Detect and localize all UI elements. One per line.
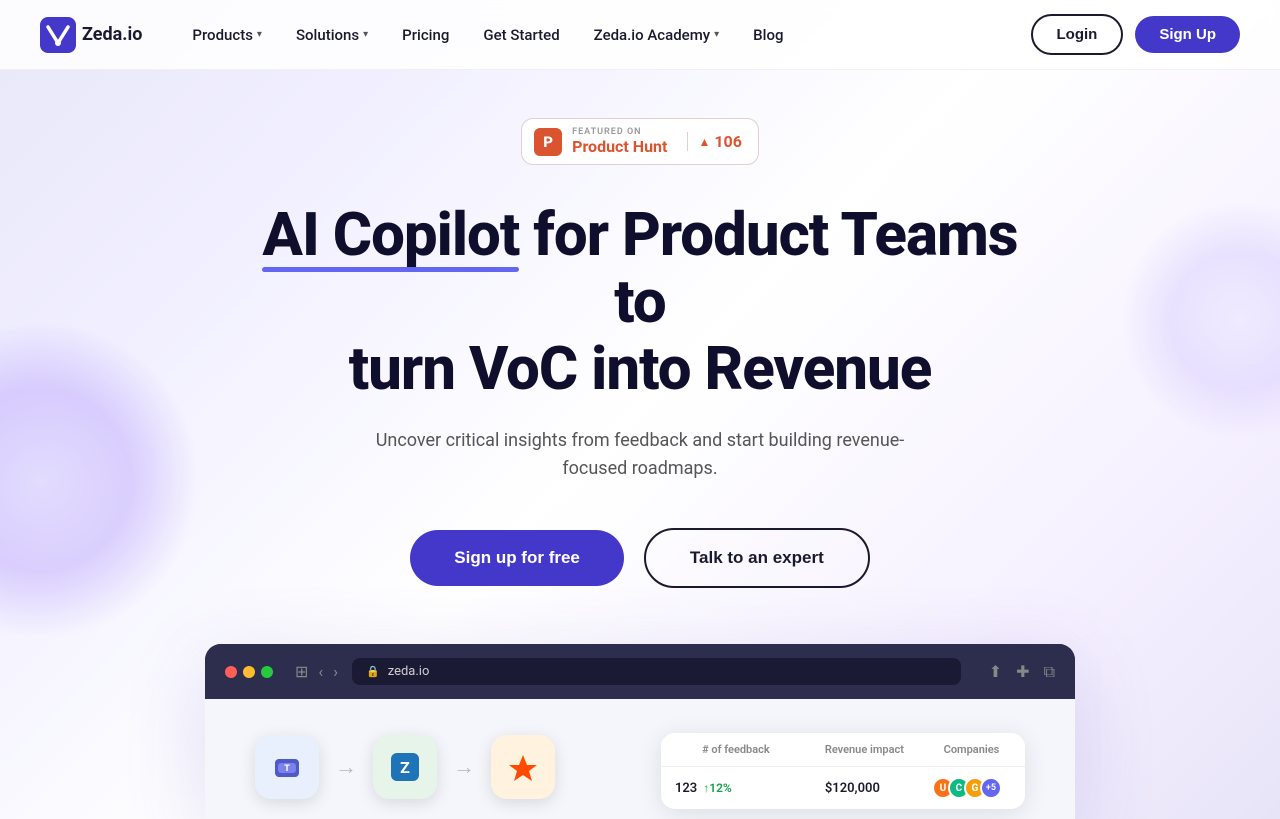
svg-text:T: T	[284, 764, 290, 774]
minimize-window-button[interactable]	[243, 666, 255, 678]
window-controls	[225, 666, 273, 678]
close-window-button[interactable]	[225, 666, 237, 678]
integration-flow: T → Z →	[255, 735, 555, 799]
nav-item-blog[interactable]: Blog	[739, 18, 797, 52]
svg-text:Z: Z	[400, 758, 410, 777]
avatar-more: +5	[980, 777, 1002, 799]
cta-buttons: Sign up for free Talk to an expert	[410, 528, 869, 588]
microsoft-teams-icon: T	[255, 735, 319, 799]
arrow-right-icon: →	[319, 754, 373, 780]
hero-subtitle: Uncover critical insights from feedback …	[350, 427, 930, 485]
col-companies: Companies	[918, 733, 1025, 766]
back-icon[interactable]: ‹	[318, 662, 323, 681]
chevron-down-icon: ▾	[714, 29, 719, 40]
zapier-icon	[491, 735, 555, 799]
navbar: Zeda.io Products ▾ Solutions ▾ Pricing G…	[0, 0, 1280, 70]
nav-item-solutions[interactable]: Solutions ▾	[282, 18, 382, 52]
avatar-stack: U C G +5	[932, 777, 1002, 799]
hero-title: AI Copilot for Product Teams to turn VoC…	[260, 201, 1020, 403]
data-card: # of feedback Revenue impact Companies 1…	[661, 733, 1025, 809]
feedback-change: ↑12%	[703, 781, 732, 795]
lock-icon: 🔒	[366, 665, 380, 678]
address-bar[interactable]: 🔒 zeda.io	[352, 658, 961, 685]
browser-actions: ⬆ ✚ ⧉	[989, 662, 1055, 682]
sidebar-toggle-icon[interactable]: ⊞	[295, 662, 308, 681]
browser-toolbar: ⊞ ‹ › 🔒 zeda.io ⬆ ✚ ⧉	[205, 644, 1075, 699]
nav-item-products[interactable]: Products ▾	[178, 18, 276, 52]
data-card-row: 123 ↑12% $120,000 U C G +5	[661, 767, 1025, 809]
browser-content: T → Z →	[205, 699, 1075, 819]
col-feedback: # of feedback	[661, 733, 811, 766]
share-icon[interactable]: ⬆	[989, 662, 1002, 682]
nav-actions: Login Sign Up	[1031, 14, 1241, 55]
arrow-right-icon-2: →	[437, 754, 491, 780]
product-hunt-text: FEATURED ON Product Hunt	[572, 127, 667, 156]
hero-section: P FEATURED ON Product Hunt ▲ 106 AI Copi…	[0, 70, 1280, 819]
product-hunt-icon: P	[534, 128, 562, 156]
product-hunt-badge[interactable]: P FEATURED ON Product Hunt ▲ 106	[521, 118, 759, 165]
nav-item-pricing[interactable]: Pricing	[388, 18, 463, 52]
logo-text: Zeda.io	[82, 24, 142, 45]
copy-icon[interactable]: ⧉	[1044, 662, 1055, 682]
login-button[interactable]: Login	[1031, 14, 1124, 55]
cta-expert-button[interactable]: Talk to an expert	[644, 528, 870, 588]
signup-button[interactable]: Sign Up	[1135, 16, 1240, 53]
cell-companies: U C G +5	[918, 767, 1025, 809]
maximize-window-button[interactable]	[261, 666, 273, 678]
cell-feedback-count: 123 ↑12%	[661, 767, 811, 809]
nav-item-academy[interactable]: Zeda.io Academy ▾	[580, 18, 734, 52]
browser-mockup: ⊞ ‹ › 🔒 zeda.io ⬆ ✚ ⧉	[205, 644, 1075, 819]
new-tab-icon[interactable]: ✚	[1016, 662, 1029, 682]
upvote-icon: ▲	[698, 135, 710, 149]
product-hunt-score: ▲ 106	[687, 132, 741, 151]
zendesk-icon: Z	[373, 735, 437, 799]
nav-links: Products ▾ Solutions ▾ Pricing Get Start…	[178, 18, 1030, 52]
col-revenue: Revenue impact	[811, 733, 918, 766]
nav-item-get-started[interactable]: Get Started	[469, 18, 573, 52]
logo[interactable]: Zeda.io	[40, 17, 142, 53]
cell-revenue: $120,000	[811, 767, 918, 809]
cta-signup-button[interactable]: Sign up for free	[410, 530, 624, 586]
chevron-down-icon: ▾	[257, 29, 262, 40]
data-card-header: # of feedback Revenue impact Companies	[661, 733, 1025, 767]
chevron-down-icon: ▾	[363, 29, 368, 40]
forward-icon[interactable]: ›	[333, 662, 338, 681]
hero-title-highlight: AI Copilot	[262, 201, 519, 268]
browser-navigation: ⊞ ‹ ›	[295, 662, 338, 681]
